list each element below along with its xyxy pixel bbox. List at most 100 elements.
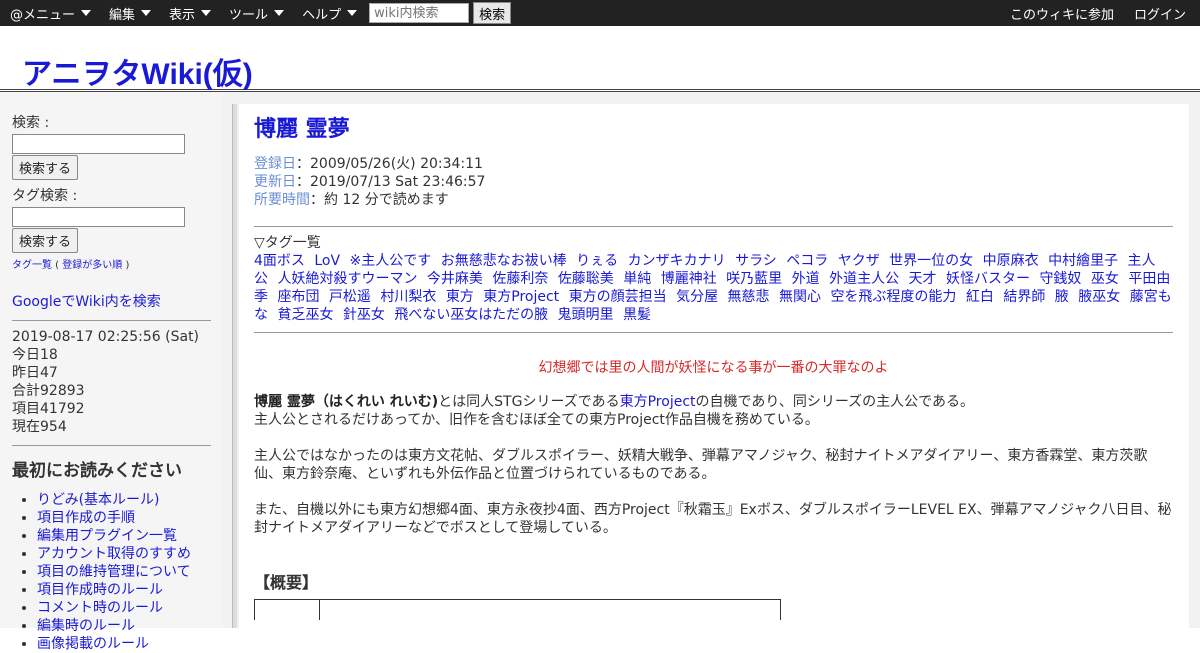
sidebar-link[interactable]: 編集時のルール [37, 618, 135, 634]
tag-link[interactable]: 4面ボス [254, 253, 305, 269]
stat-datetime: 2019-08-17 02:25:56 (Sat) [12, 329, 200, 345]
tag-link[interactable]: 結界師 [1003, 289, 1045, 305]
meta-key: 登録日 [254, 156, 296, 172]
stat-items: 項目41792 [12, 401, 85, 417]
site-header: アニヲタWiki(仮) [0, 27, 1200, 92]
menu-help[interactable]: ヘルプ [292, 0, 365, 26]
tag-link[interactable]: 妖怪バスター [946, 271, 1030, 287]
caret-down-icon [141, 10, 152, 16]
tag-link[interactable]: 中村繪里子 [1048, 253, 1118, 269]
tag-link[interactable]: サラシ [735, 253, 777, 269]
divider [12, 320, 211, 321]
tag-link[interactable]: 巫女 [1091, 271, 1119, 287]
tag-link[interactable]: 飛べない巫女はただの腋 [394, 307, 548, 323]
tag-link[interactable]: ペコラ [786, 253, 828, 269]
tag-link[interactable]: 腋 [1055, 289, 1069, 305]
tag-link[interactable]: 村川梨衣 [380, 289, 436, 305]
text: 主人公とされるだけあってか、旧作を含むほぼ全ての東方Project作品自機を務め… [254, 412, 819, 428]
caret-down-icon [81, 10, 92, 16]
list-item: 編集時のルール [37, 617, 222, 635]
list-item: 項目作成の手順 [37, 509, 222, 527]
touhou-project-link[interactable]: 東方Project [620, 394, 696, 410]
meta-key: 更新日 [254, 174, 296, 190]
meta-value: ：2019/07/13 Sat 23:46:57 [296, 174, 486, 190]
tag-link[interactable]: 紅白 [966, 289, 994, 305]
tag-link[interactable]: ※主人公です [350, 253, 432, 269]
tag-link[interactable]: 守銭奴 [1039, 271, 1081, 287]
tag-link[interactable]: お無慈悲なお祓い棒 [441, 253, 567, 269]
sidebar-link[interactable]: 項目作成時のルール [37, 582, 163, 598]
site-title[interactable]: アニヲタWiki(仮) [22, 49, 253, 93]
tag-link[interactable]: 外道主人公 [829, 271, 899, 287]
tag-link[interactable]: 単純 [623, 271, 651, 287]
tag-link[interactable]: 咲乃藍里 [726, 271, 782, 287]
tag-link[interactable]: 座布団 [277, 289, 319, 305]
top-menu-bar: @メニュー 編集 表示 ツール ヘルプ 検索 このウィキに参加 ログイン [0, 0, 1200, 26]
sidebar-search-input[interactable] [12, 134, 185, 154]
tag-search-input[interactable] [12, 207, 185, 227]
tag-link[interactable]: LoV [314, 253, 340, 269]
tag-link[interactable]: 空を飛ぶ程度の能力 [830, 289, 956, 305]
tag-link[interactable]: 佐藤聡美 [558, 271, 614, 287]
tag-link[interactable]: 天才 [909, 271, 937, 287]
tag-link[interactable]: 佐藤利奈 [492, 271, 548, 287]
tag-link[interactable]: 中原麻衣 [983, 253, 1039, 269]
sidebar-link[interactable]: 項目の維持管理について [37, 564, 191, 580]
divider [254, 226, 1173, 227]
menu-view[interactable]: 表示 [159, 0, 219, 26]
google-search-link[interactable]: GoogleでWiki内を検索 [12, 294, 161, 310]
tag-link[interactable]: りぇる [576, 253, 618, 269]
tag-link[interactable]: 針巫女 [343, 307, 385, 323]
tag-link[interactable]: カンザキカナリ [628, 253, 726, 269]
menu-tools[interactable]: ツール [219, 0, 292, 26]
sidebar-link[interactable]: 画像掲載のルール [37, 636, 149, 652]
tag-link[interactable]: 外道 [792, 271, 820, 287]
tag-link[interactable]: 世界一位の女 [889, 253, 973, 269]
menu-edit[interactable]: 編集 [99, 0, 159, 26]
wiki-search-button[interactable]: 検索 [473, 2, 512, 24]
text: とは同人STGシリーズである [438, 394, 620, 410]
tag-list-links: タグ一覧 ( 登録が多い順 ) [12, 260, 130, 271]
tag-link[interactable]: 腋巫女 [1078, 289, 1120, 305]
sidebar-link[interactable]: コメント時のルール [37, 600, 163, 616]
tag-link[interactable]: 鬼頭明里 [558, 307, 614, 323]
list-item: アカウント取得のすすめ [37, 545, 222, 563]
tag-link[interactable]: 人妖絶対殺すウーマン [277, 271, 417, 287]
tag-search-button[interactable]: 検索する [12, 228, 79, 253]
meta-value: ：約 12 分で読めます [310, 192, 449, 208]
tag-link[interactable]: 黒髪 [623, 307, 651, 323]
tag-link[interactable]: 東方Project [483, 289, 559, 305]
overview-table [254, 599, 781, 620]
menu-at-menu[interactable]: @メニュー [0, 0, 99, 26]
tag-list-link[interactable]: タグ一覧 [12, 260, 52, 271]
tag-link[interactable]: 無慈悲 [728, 289, 770, 305]
tag-link[interactable]: 東方 [446, 289, 474, 305]
tag-link[interactable]: 貧乏巫女 [277, 307, 333, 323]
meta-key: 所要時間 [254, 192, 310, 208]
sidebar-link[interactable]: 編集用プラグイン一覧 [37, 528, 177, 544]
search-label: 検索 : [12, 115, 50, 131]
tag-link[interactable]: ヤクザ [838, 253, 880, 269]
list-item: コメント時のルール [37, 599, 222, 617]
wiki-search-input[interactable] [369, 3, 470, 23]
join-wiki-link[interactable]: このウィキに参加 [1010, 4, 1114, 23]
tag-list-popular-link[interactable]: 登録が多い順 [62, 260, 122, 271]
meta-value: ：2009/05/26(火) 20:34:11 [296, 156, 483, 172]
sidebar-link[interactable]: りどみ(基本ルール) [37, 492, 160, 508]
paragraph: 主人公ではなかったのは東方文花帖、ダブルスポイラー、妖精大戦争、弾幕アマノジャク… [254, 448, 1148, 482]
tag-link[interactable]: 戸松遥 [329, 289, 371, 305]
tag-link[interactable]: 無関心 [779, 289, 821, 305]
tag-link[interactable]: 博麗神社 [661, 271, 717, 287]
tag-list-heading: ▽タグ一覧 [254, 235, 321, 251]
sidebar: 検索 : 検索する タグ検索 : 検索する タグ一覧 ( 登録が多い順 ) Go… [0, 92, 222, 652]
login-link[interactable]: ログイン [1134, 4, 1186, 23]
sidebar-link[interactable]: 項目作成の手順 [37, 510, 135, 526]
paragraph: また、自機以外にも東方幻想郷4面、東方永夜抄4面、西方Project『秋霜玉』E… [254, 502, 1172, 536]
tag-link[interactable]: 気分屋 [676, 289, 718, 305]
sidebar-search-button[interactable]: 検索する [12, 155, 79, 180]
menu-label: ツール [229, 7, 269, 23]
sidebar-link[interactable]: アカウント取得のすすめ [37, 546, 191, 562]
tag-link[interactable]: 東方の顔芸担当 [569, 289, 667, 305]
caret-down-icon [347, 10, 358, 16]
tag-link[interactable]: 今井麻美 [427, 271, 483, 287]
